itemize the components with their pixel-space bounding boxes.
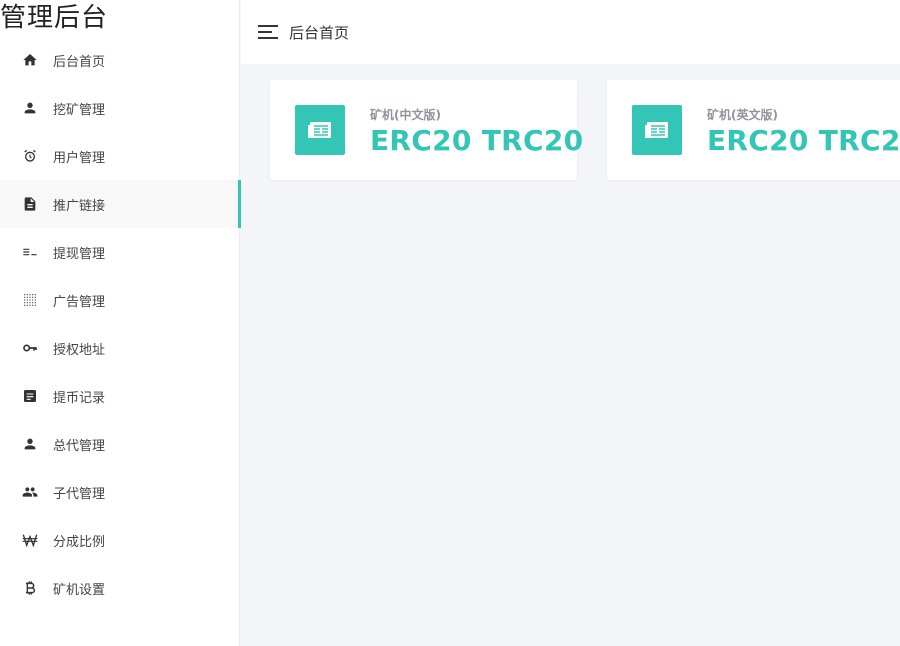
sidebar-item-commission-ratio[interactable]: 分成比例 (0, 516, 240, 564)
top-header: 后台首页 (241, 0, 900, 64)
sidebar-item-label: 授权地址 (53, 342, 106, 358)
sidebar-item-users[interactable]: 用户管理 (0, 132, 240, 180)
sidebar-item-label: 提币记录 (53, 390, 106, 406)
hamburger-icon[interactable] (258, 24, 278, 40)
sidebar-item-label: 推广链接 (53, 198, 106, 214)
stat-card-miner-english[interactable]: 矿机(英文版) ERC20 TRC20 (607, 80, 900, 180)
bitcoin-icon (22, 580, 38, 596)
stat-card-miner-chinese[interactable]: 矿机(中文版) ERC20 TRC20 (270, 80, 583, 180)
card-label: 矿机(英文版) (707, 108, 778, 122)
sidebar-item-label: 用户管理 (53, 150, 106, 166)
sidebar-item-label: 挖矿管理 (53, 102, 106, 118)
brand-title: 管理后台 (0, 3, 109, 33)
sidebar-item-mining[interactable]: 挖矿管理 (0, 84, 240, 132)
sidebar-menu: 后台首页 挖矿管理 用户管理 推广链接 提现管理 广告管理 授权地址 提币记录 … (0, 36, 241, 612)
sidebar-item-sub-agents[interactable]: 子代管理 (0, 468, 240, 516)
sidebar: 管理后台 后台首页 挖矿管理 用户管理 推广链接 提现管理 广告管理 授权地址 … (0, 0, 241, 646)
sidebar-item-withdrawals[interactable]: 提现管理 (0, 228, 240, 276)
won-icon (22, 532, 38, 548)
page-title: 后台首页 (289, 23, 350, 42)
sidebar-item-dashboard[interactable]: 后台首页 (0, 36, 240, 84)
sidebar-item-label: 子代管理 (53, 486, 106, 502)
sidebar-item-promotion-links[interactable]: 推广链接 (0, 180, 241, 228)
dots-grid-icon (22, 292, 38, 308)
sidebar-item-label: 提现管理 (53, 246, 106, 262)
sidebar-item-ads[interactable]: 广告管理 (0, 276, 240, 324)
sidebar-item-label: 后台首页 (53, 54, 106, 70)
person-icon (22, 100, 38, 116)
person-icon (22, 436, 38, 452)
sidebar-item-label: 矿机设置 (53, 582, 106, 598)
group-icon (22, 484, 38, 500)
alarm-icon (22, 148, 38, 164)
sidebar-item-general-agents[interactable]: 总代管理 (0, 420, 240, 468)
sidebar-item-miner-settings[interactable]: 矿机设置 (0, 564, 240, 612)
sidebar-item-authorized-addresses[interactable]: 授权地址 (0, 324, 240, 372)
newspaper-icon (632, 105, 682, 155)
document-icon (22, 196, 38, 212)
sidebar-item-withdrawal-records[interactable]: 提币记录 (0, 372, 240, 420)
note-icon (22, 388, 38, 404)
newspaper-icon (295, 105, 345, 155)
home-icon (22, 52, 38, 68)
key-icon (22, 340, 38, 356)
card-value: ERC20 TRC20 (370, 124, 584, 157)
sidebar-item-label: 分成比例 (53, 534, 106, 550)
card-label: 矿机(中文版) (370, 108, 441, 122)
sidebar-item-label: 广告管理 (53, 294, 106, 310)
sidebar-item-label: 总代管理 (53, 438, 106, 454)
card-value: ERC20 TRC20 (707, 124, 900, 157)
list-icon (22, 244, 38, 260)
